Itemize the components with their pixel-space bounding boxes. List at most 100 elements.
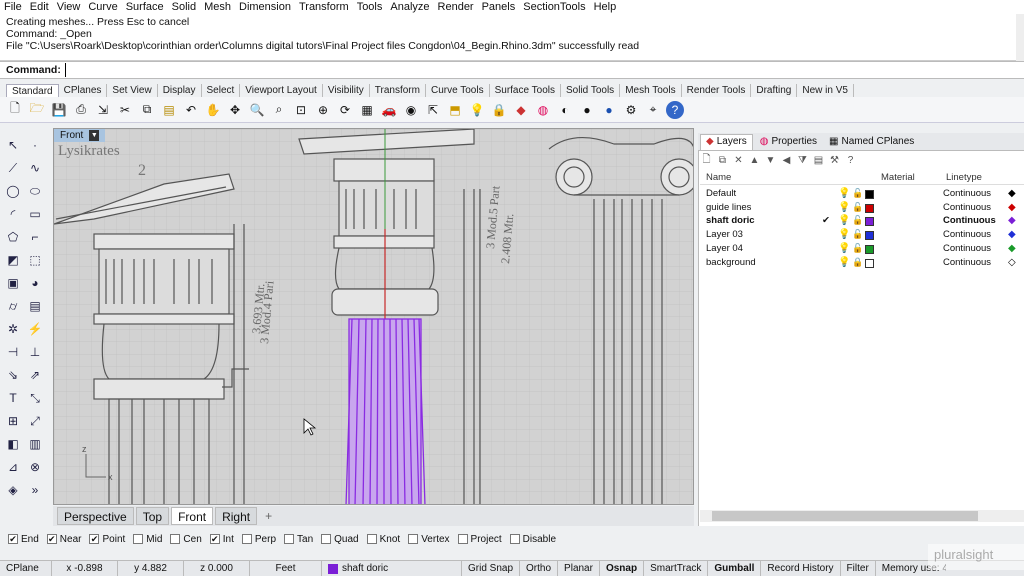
- zoom-window-icon[interactable]: ⌕: [270, 101, 288, 119]
- menu-sectiontools[interactable]: SectionTools: [519, 0, 589, 14]
- cylinder-icon[interactable]: ⌭: [4, 297, 22, 315]
- move-down-icon[interactable]: ▼: [764, 154, 777, 167]
- print-color-icon[interactable]: ◆: [1008, 188, 1016, 199]
- rotate-icon[interactable]: ✥: [226, 101, 244, 119]
- camera-icon[interactable]: ◉: [402, 101, 420, 119]
- layer-name[interactable]: shaft doric: [706, 215, 755, 226]
- zoom-icon[interactable]: 🔍: [248, 101, 266, 119]
- boolean-icon[interactable]: ⚡: [26, 320, 44, 338]
- analyze-icon[interactable]: ⊿: [4, 458, 22, 476]
- print-color-icon[interactable]: ◆: [1008, 243, 1016, 254]
- layer-linetype[interactable]: Continuous: [943, 202, 991, 213]
- osnap-point[interactable]: ✔ Point: [89, 534, 125, 545]
- osnap-perp[interactable]: Perp: [241, 534, 276, 545]
- move-icon[interactable]: ⇘: [4, 366, 22, 384]
- material-icon[interactable]: ◆: [512, 101, 530, 119]
- layer-color-swatch[interactable]: [865, 244, 874, 254]
- tab-perspective[interactable]: Perspective: [57, 507, 134, 525]
- lock-toggle-icon[interactable]: 🔓: [852, 243, 863, 254]
- move-parent-icon[interactable]: ◀: [780, 154, 793, 167]
- layer-linetype[interactable]: Continuous: [943, 243, 991, 254]
- tab-render-tools[interactable]: Render Tools: [682, 84, 752, 97]
- layer-row[interactable]: Layer 03 💡 🔓 Continuous ◆: [700, 229, 1024, 243]
- gear-tool-icon[interactable]: ✲: [4, 320, 22, 338]
- visibility-bulb-icon[interactable]: 💡: [838, 215, 850, 226]
- lock-toggle-icon[interactable]: 🔓: [852, 215, 863, 226]
- status-cplane[interactable]: CPlane: [0, 560, 52, 576]
- layer-row[interactable]: Layer 04 💡 🔓 Continuous ◆: [700, 243, 1024, 257]
- move-up-icon[interactable]: ▲: [748, 154, 761, 167]
- osnap-checkbox[interactable]: [457, 534, 468, 544]
- visibility-bulb-icon[interactable]: 💡: [838, 202, 850, 213]
- tab-transform[interactable]: Transform: [370, 84, 426, 97]
- box-icon[interactable]: ▣: [4, 274, 22, 292]
- osnap-checkbox[interactable]: [241, 534, 252, 544]
- save-icon[interactable]: 💾: [50, 101, 68, 119]
- osnap-checkbox[interactable]: ✔: [8, 534, 18, 544]
- history-scrollbar[interactable]: [1016, 14, 1024, 61]
- dimension-icon[interactable]: ⤡: [26, 389, 44, 407]
- menu-tools[interactable]: Tools: [353, 0, 387, 14]
- fillet-icon[interactable]: ⌐: [26, 228, 44, 246]
- polygon-icon[interactable]: ⬠: [4, 228, 22, 246]
- tab-layers[interactable]: ◆ Layers: [700, 133, 753, 150]
- add-viewport-tab[interactable]: +: [259, 507, 278, 525]
- options-icon[interactable]: ⚙: [622, 101, 640, 119]
- osnap-tan[interactable]: Tan: [284, 534, 313, 545]
- print-icon[interactable]: ⎙: [72, 101, 90, 119]
- tab-select[interactable]: Select: [202, 84, 241, 97]
- help-icon[interactable]: ?: [666, 100, 684, 119]
- extrude-icon[interactable]: ⬚: [26, 251, 44, 269]
- osnap-checkbox[interactable]: ✔: [209, 534, 220, 544]
- tab-solid-tools[interactable]: Solid Tools: [561, 84, 621, 97]
- lock-toggle-icon[interactable]: 🔓: [852, 188, 863, 199]
- sphere-tool-icon[interactable]: ◕: [26, 274, 44, 292]
- tab-cplanes[interactable]: CPlanes: [59, 84, 108, 97]
- new-sublayer-icon[interactable]: ⧉: [716, 154, 729, 167]
- menu-dimension[interactable]: Dimension: [235, 0, 295, 14]
- front-viewport[interactable]: Lysikrates 2 3 Mod.4 Pari 3.693 Mtr. 3 M…: [53, 128, 694, 505]
- cut-icon[interactable]: ✂: [116, 101, 134, 119]
- layer-linetype[interactable]: Continuous: [943, 257, 991, 268]
- menu-mesh[interactable]: Mesh: [200, 0, 235, 14]
- menu-transform[interactable]: Transform: [295, 0, 353, 14]
- lock-toggle-icon[interactable]: 🔓: [852, 202, 863, 213]
- print-color-icon[interactable]: ◆: [1008, 229, 1016, 240]
- layer-name[interactable]: Layer 03: [706, 229, 743, 240]
- print-color-icon[interactable]: ◆: [1008, 215, 1016, 226]
- tab-new-in-v5[interactable]: New in V5: [797, 84, 854, 97]
- polyline-icon[interactable]: ⟋: [4, 159, 22, 177]
- osnap-icon[interactable]: ⌖: [644, 101, 662, 119]
- layer-row[interactable]: Default 💡 🔓 Continuous ◆: [700, 188, 1024, 202]
- osnap-int[interactable]: ✔ Int: [209, 534, 234, 545]
- tab-display[interactable]: Display: [158, 84, 202, 97]
- menu-curve[interactable]: Curve: [84, 0, 121, 14]
- layer-color-swatch[interactable]: [865, 231, 874, 241]
- tab-right[interactable]: Right: [215, 507, 258, 525]
- tab-front[interactable]: Front: [171, 507, 214, 525]
- osnap-checkbox[interactable]: [170, 534, 181, 544]
- pan-icon[interactable]: ✋: [204, 101, 222, 119]
- tab-top[interactable]: Top: [135, 507, 170, 525]
- new-icon[interactable]: 🗋: [6, 101, 24, 119]
- panel-scroll-thumb[interactable]: [712, 511, 978, 521]
- visibility-bulb-icon[interactable]: 💡: [838, 243, 850, 254]
- osnap-disable[interactable]: Disable: [509, 534, 556, 545]
- osnap-knot[interactable]: Knot: [366, 534, 400, 545]
- zoom-extents-icon[interactable]: ⊡: [292, 101, 310, 119]
- osnap-checkbox[interactable]: ✔: [89, 534, 100, 544]
- mesh-icon[interactable]: ▤: [26, 297, 44, 315]
- lock-icon[interactable]: 🔒: [490, 101, 508, 119]
- menu-render[interactable]: Render: [434, 0, 478, 14]
- tab-curve-tools[interactable]: Curve Tools: [426, 84, 490, 97]
- curvature-icon[interactable]: ⊗: [26, 458, 44, 476]
- layer-states-icon[interactable]: ▤: [812, 154, 825, 167]
- trim-icon[interactable]: ⊣: [4, 343, 22, 361]
- status-gumball[interactable]: Gumball: [708, 560, 762, 576]
- layer-name[interactable]: Default: [706, 188, 736, 199]
- shaft-doric-object[interactable]: [345, 318, 426, 505]
- osnap-checkbox[interactable]: [284, 534, 295, 544]
- osnap-checkbox[interactable]: [408, 534, 419, 544]
- zoom-selected-icon[interactable]: ⊕: [314, 101, 332, 119]
- menu-view[interactable]: View: [53, 0, 85, 14]
